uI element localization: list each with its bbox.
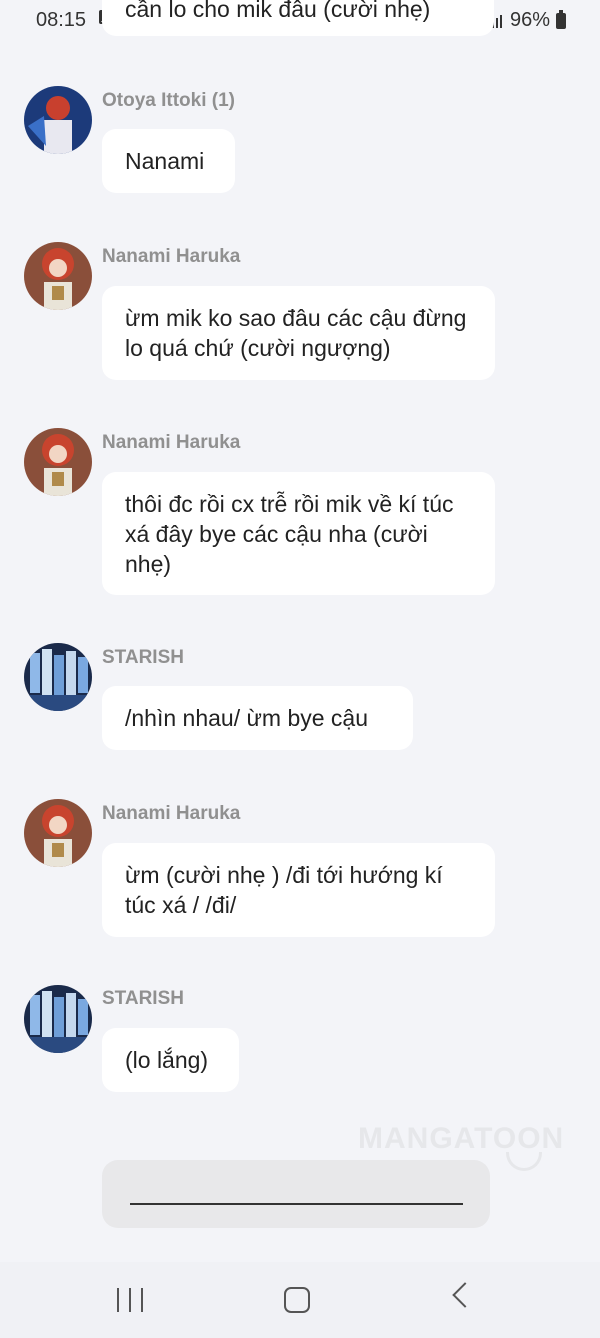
sender-name: STARISH — [102, 988, 184, 1009]
reply-input[interactable] — [102, 1160, 490, 1228]
navigation-bar — [0, 1262, 600, 1338]
message-bubble: /nhìn nhau/ ừm bye cậu — [102, 686, 413, 750]
message-text: ừm (cười nhẹ ) /đi tới hướng kí túc xá /… — [125, 862, 443, 918]
nanami-avatar[interactable] — [24, 428, 92, 496]
back-icon[interactable] — [452, 1282, 478, 1308]
message-text: ừm mik ko sao đâu các cậu đừng lo quá ch… — [125, 305, 467, 361]
message-bubble: ừm (cười nhẹ ) /đi tới hướng kí túc xá /… — [102, 843, 495, 937]
battery-percent: 96% — [509, 9, 550, 31]
starish-avatar[interactable] — [24, 985, 92, 1053]
message-bubble: ừm mik ko sao đâu các cậu đừng lo quá ch… — [102, 286, 495, 380]
home-icon[interactable] — [284, 1287, 310, 1313]
sender-name: STARISH — [102, 647, 184, 668]
status-time: 08:15 — [36, 9, 87, 31]
message-text: (lo lắng) — [125, 1047, 209, 1073]
watermark-smile — [506, 1152, 542, 1171]
sender-name: Otoya Ittoki (1) — [102, 90, 236, 111]
sender-name: Nanami Haruka — [102, 432, 241, 453]
nanami-avatar[interactable] — [24, 799, 92, 867]
message-bubble: thôi đc rồi cx trễ rồi mik về kí túc xá … — [102, 472, 495, 595]
message-bubble: Nanami — [102, 129, 235, 193]
otoya-avatar[interactable] — [24, 86, 92, 154]
starish-avatar[interactable] — [24, 643, 92, 711]
message-text: /nhìn nhau/ ừm bye cậu — [125, 705, 368, 731]
battery-icon — [556, 9, 566, 29]
sender-name: Nanami Haruka — [102, 803, 241, 824]
sender-name: Nanami Haruka — [102, 246, 241, 267]
message-bubble: (lo lắng) — [102, 1028, 239, 1092]
message-text: Nanami — [125, 148, 205, 174]
nanami-avatar[interactable] — [24, 242, 92, 310]
input-underline — [130, 1203, 463, 1205]
recent-apps-icon[interactable] — [117, 1288, 143, 1312]
message-bubble: cần lo cho mik đâu (cười nhẹ) — [102, 0, 494, 36]
message-text: thôi đc rồi cx trễ rồi mik về kí túc xá … — [125, 490, 454, 577]
watermark: MANGATOON — [358, 1122, 565, 1155]
message-text: cần lo cho mik đâu (cười nhẹ) — [125, 0, 431, 22]
